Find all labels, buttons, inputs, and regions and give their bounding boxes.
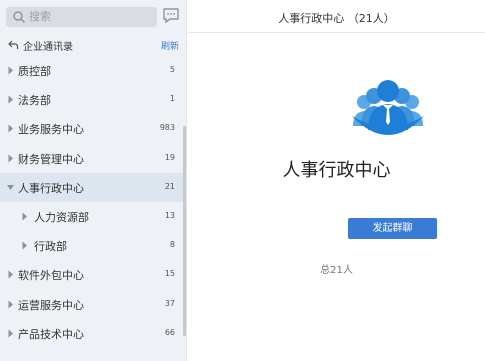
department-row[interactable]: 业务服务中心 983 — [0, 114, 183, 143]
search-placeholder: 搜索 — [29, 10, 51, 23]
sidebar: 搜索 企业通讯录 刷新 质控部 5 法务部 1 业务服务中心 983 财务管理中心 19 人事行… — [0, 0, 187, 361]
group-avatar-icon — [352, 80, 424, 135]
department-row[interactable]: 人事行政中心 21 — [0, 172, 183, 202]
caret-right-icon[interactable] — [7, 300, 14, 309]
caret-right-icon[interactable] — [7, 124, 14, 133]
member-total: 总21人 — [320, 265, 353, 276]
department-count: 983 — [159, 123, 175, 133]
department-count: 21 — [164, 181, 175, 191]
department-row[interactable]: 质控部 5 — [0, 56, 183, 85]
chat-icon[interactable] — [162, 7, 180, 25]
department-label: 质控部 — [18, 65, 51, 78]
divider — [188, 32, 485, 33]
department-label: 软件外包中心 — [18, 269, 84, 283]
department-count: 5 — [169, 65, 175, 74]
caret-right-icon[interactable] — [7, 270, 14, 279]
department-count: 19 — [164, 152, 175, 162]
caret-right-icon[interactable] — [21, 212, 28, 221]
department-label: 行政部 — [34, 240, 67, 254]
department-row[interactable]: 财务管理中心 19 — [0, 144, 183, 173]
search-icon — [13, 11, 25, 23]
group-name: 人事行政中心 — [282, 160, 391, 181]
directory-header: 企业通讯录 刷新 — [0, 35, 187, 55]
start-group-chat-button[interactable]: 发起群聊 — [348, 218, 437, 239]
department-count: 66 — [164, 327, 175, 337]
caret-right-icon[interactable] — [7, 95, 14, 104]
caret-right-icon[interactable] — [21, 241, 28, 250]
department-row[interactable]: 软件外包中心 15 — [0, 260, 183, 289]
department-row[interactable]: 运营服务中心 37 — [0, 290, 183, 319]
department-label: 法务部 — [18, 94, 51, 108]
department-row[interactable]: 人力资源部 13 — [0, 202, 183, 231]
caret-down-icon[interactable] — [7, 183, 14, 192]
directory-title: 企业通讯录 — [23, 42, 73, 53]
department-label: 人力资源部 — [34, 211, 89, 224]
department-row[interactable]: 法务部 1 — [0, 85, 183, 114]
department-count: 1 — [169, 94, 175, 104]
department-label: 人事行政中心 — [18, 181, 84, 195]
caret-right-icon[interactable] — [7, 154, 14, 163]
caret-right-icon[interactable] — [7, 329, 14, 338]
search-input[interactable]: 搜索 — [6, 7, 157, 27]
department-label: 运营服务中心 — [18, 298, 84, 312]
caret-right-icon[interactable] — [7, 66, 14, 75]
scrollbar[interactable] — [183, 126, 186, 336]
department-row[interactable]: 行政部 8 — [0, 231, 183, 260]
page-title: 人事行政中心 （21人） — [278, 12, 395, 25]
department-count: 13 — [164, 211, 175, 220]
department-row[interactable]: 产品技术中心 66 — [0, 319, 183, 348]
main-panel: 人事行政中心 （21人） 人事行政中心 发起群聊 总21人 — [188, 0, 485, 361]
refresh-button[interactable]: 刷新 — [161, 39, 179, 52]
department-label: 产品技术中心 — [18, 327, 84, 341]
back-arrow-icon[interactable] — [7, 39, 19, 51]
department-label: 业务服务中心 — [18, 123, 84, 137]
department-count: 37 — [164, 298, 175, 308]
department-label: 财务管理中心 — [18, 152, 84, 166]
department-count: 8 — [169, 240, 175, 250]
department-count: 15 — [164, 269, 175, 279]
